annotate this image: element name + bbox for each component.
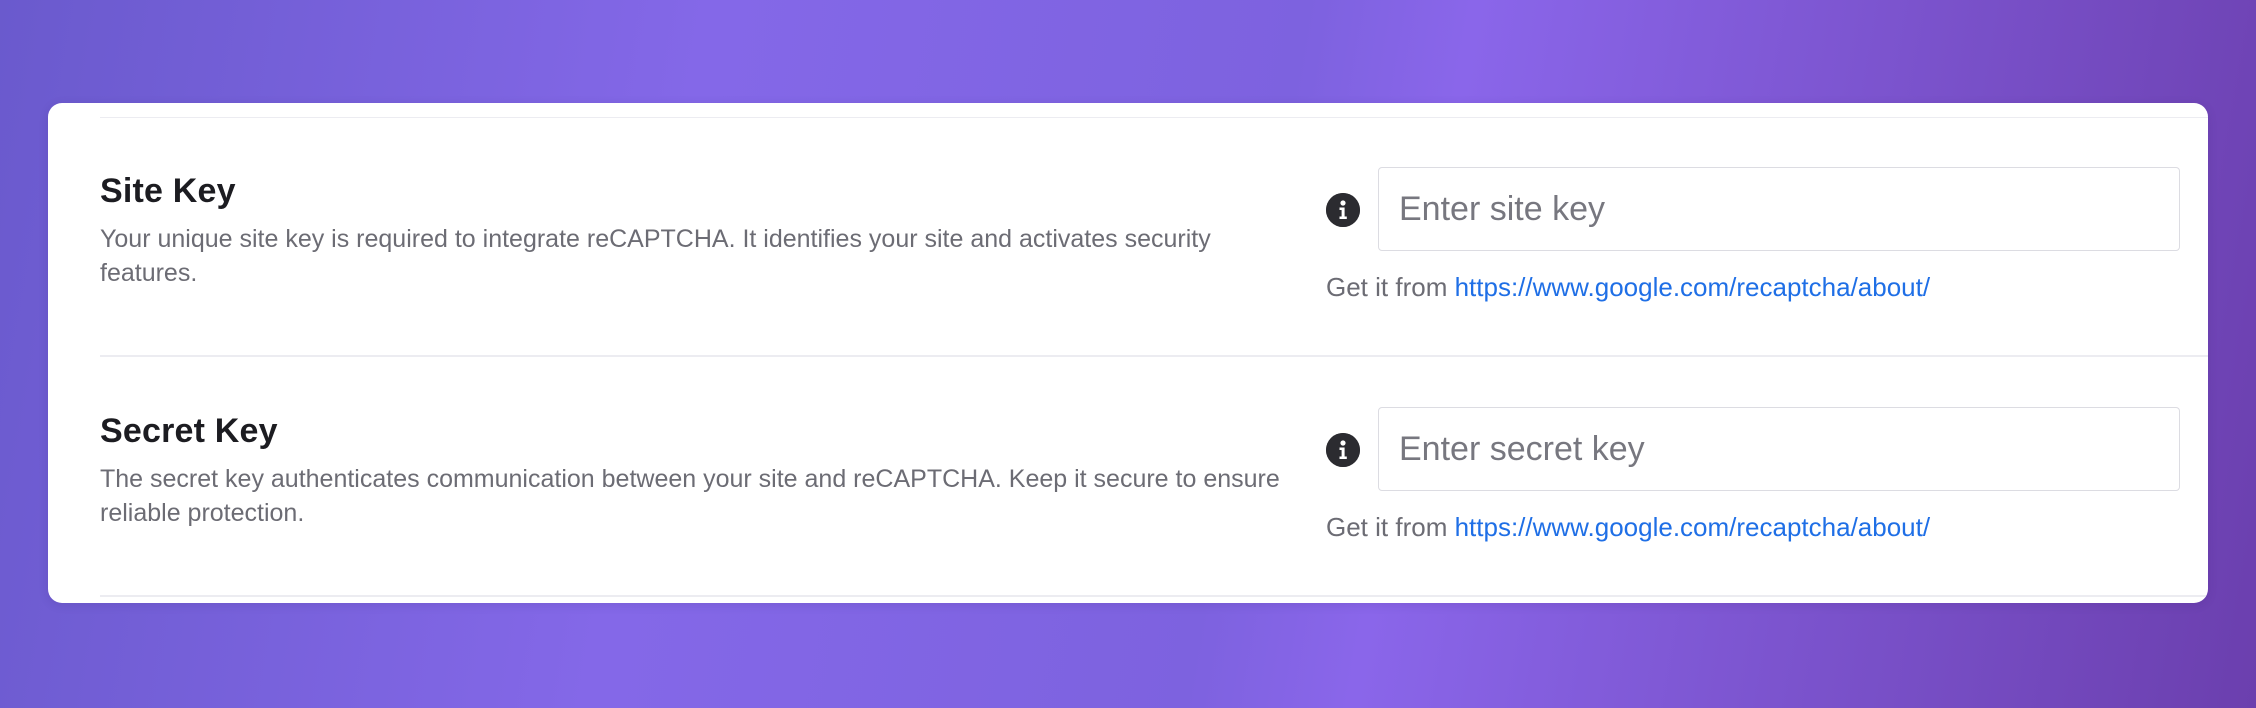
secret-key-description: The secret key authenticates communicati… [100, 465, 1280, 527]
divider [100, 595, 2208, 597]
secret-key-recaptcha-link[interactable]: https://www.google.com/recaptcha/about/ [1455, 512, 1931, 542]
site-key-row: Site Key Your unique site key is require… [48, 117, 2208, 357]
settings-card: Site Key Your unique site key is require… [48, 103, 2208, 603]
info-icon[interactable] [1326, 193, 1360, 227]
secret-key-hint-prefix: Get it from [1326, 512, 1448, 542]
site-key-input[interactable] [1378, 167, 2180, 251]
site-key-recaptcha-link[interactable]: https://www.google.com/recaptcha/about/ [1455, 272, 1931, 302]
secret-key-title: Secret Key [100, 412, 278, 450]
site-key-description: Your unique site key is required to inte… [100, 225, 1211, 287]
info-icon[interactable] [1326, 433, 1360, 467]
secret-key-row: Secret Key The secret key authenticates … [48, 357, 2208, 597]
site-key-hint: Get it from https://www.google.com/recap… [1326, 272, 1930, 303]
site-key-title: Site Key [100, 172, 236, 210]
site-key-hint-prefix: Get it from [1326, 272, 1448, 302]
secret-key-input[interactable] [1378, 407, 2180, 491]
secret-key-hint: Get it from https://www.google.com/recap… [1326, 512, 1930, 543]
